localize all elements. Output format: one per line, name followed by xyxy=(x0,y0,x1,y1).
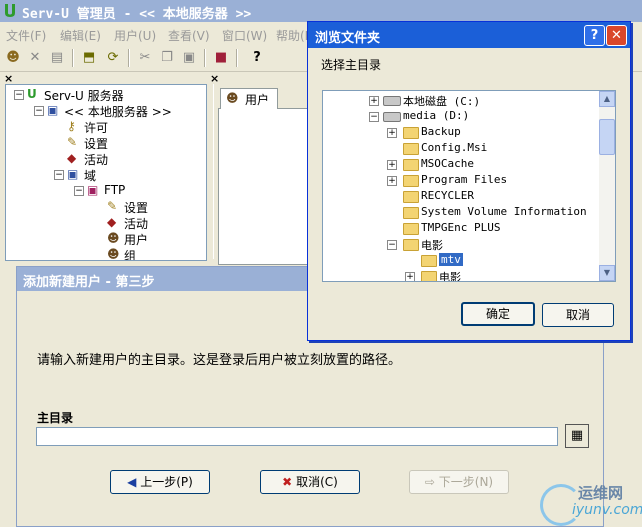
settings-icon: ✎ xyxy=(67,135,78,149)
folder-item-system-volume[interactable]: System Volume Information xyxy=(323,205,599,221)
cancel-x-icon: ✖ xyxy=(282,475,293,489)
folder-item-msocache[interactable]: + MSOCache xyxy=(323,157,599,173)
tab-users[interactable]: ☻ 用户 xyxy=(220,88,278,109)
ok-button[interactable]: 确定 xyxy=(461,302,535,326)
arrow-right-icon: ⇨ xyxy=(424,475,435,489)
scroll-down-icon[interactable]: ▼ xyxy=(599,265,615,281)
main-title-bar: Serv-U 管理员 - << 本地服务器 >> xyxy=(0,0,642,22)
home-dir-input[interactable] xyxy=(36,427,558,446)
folder-item-backup[interactable]: + Backup xyxy=(323,125,599,141)
collapse-icon[interactable]: − xyxy=(54,170,64,180)
book-icon[interactable]: ■ xyxy=(212,49,230,67)
wizard-cancel-button[interactable]: ✖ 取消(C) xyxy=(260,470,360,494)
folder-item-program-files[interactable]: + Program Files xyxy=(323,173,599,189)
activity-icon: ◆ xyxy=(67,151,77,165)
scroll-up-icon[interactable]: ▲ xyxy=(599,91,615,107)
browse-folder-button[interactable]: ▦ xyxy=(565,424,589,448)
folder-item-mtv-selected[interactable]: mtv xyxy=(323,253,599,269)
collapse-icon[interactable]: − xyxy=(387,240,397,250)
paste-icon[interactable]: ▣ xyxy=(180,49,198,67)
folder-icon xyxy=(403,175,419,187)
close-button[interactable]: ✕ xyxy=(606,25,627,46)
home-dir-label: 主目录 xyxy=(37,411,74,425)
menu-file[interactable]: 文件(F) xyxy=(6,27,46,44)
browse-folder-dialog: 浏览文件夹 ? ✕ 选择主目录 + 本地磁盘 (C:) − media (D:)… xyxy=(307,21,631,341)
toolbar-separator xyxy=(128,49,130,67)
folder-icon xyxy=(421,271,437,281)
folder-icon xyxy=(403,191,419,203)
expand-icon[interactable]: + xyxy=(405,272,415,281)
expand-icon[interactable]: + xyxy=(387,128,397,138)
folder-icon xyxy=(403,159,419,171)
folder-up-icon[interactable]: ⬒ xyxy=(80,49,98,67)
toolbar-separator xyxy=(72,49,74,67)
computer-icon: ▣ xyxy=(47,103,59,117)
prev-step-button[interactable]: ◀ 上一步(P) xyxy=(110,470,210,494)
settings-icon: ✎ xyxy=(107,199,118,213)
expand-icon[interactable]: + xyxy=(387,160,397,170)
serv-u-icon: U xyxy=(27,87,37,101)
drive-icon xyxy=(383,96,401,106)
folder-item-movies[interactable]: − 电影 xyxy=(323,237,599,253)
user-icon: ☻ xyxy=(107,231,120,245)
copy-icon[interactable]: ❐ xyxy=(158,49,176,67)
folder-icon xyxy=(403,127,419,139)
drive-icon xyxy=(383,112,401,122)
next-step-button[interactable]: ⇨ 下一步(N) xyxy=(409,470,509,494)
folder-item-recycler[interactable]: RECYCLER xyxy=(323,189,599,205)
watermark-logo: 运维网 iyunv.com xyxy=(538,478,642,526)
user-icon: ☻ xyxy=(226,91,239,105)
menu-user[interactable]: 用户(U) xyxy=(114,27,156,44)
folder-item-drive-d[interactable]: − media (D:) xyxy=(323,109,599,125)
wizard-message: 请输入新建用户的主目录。这是登录后用户被立刻放置的路径。 xyxy=(37,353,402,368)
folder-tree: + 本地磁盘 (C:) − media (D:) + Backup Config… xyxy=(322,90,616,282)
connect-icon[interactable]: ☻ xyxy=(4,49,22,67)
arrow-left-icon: ◀ xyxy=(127,475,137,489)
scroll-thumb[interactable] xyxy=(599,119,615,155)
refresh-icon[interactable]: ⟳ xyxy=(104,49,122,67)
help-button[interactable]: ? xyxy=(584,25,605,46)
folder-item-movies-sub[interactable]: + 电影 xyxy=(323,269,599,281)
collapse-icon[interactable]: − xyxy=(369,112,379,122)
activity-icon: ◆ xyxy=(107,215,117,229)
menu-window[interactable]: 窗口(W) xyxy=(222,27,267,44)
server-tree: − U Serv-U 服务器 − ▣ << 本地服务器 >> ⚷ 许可 ✎ 设置… xyxy=(5,84,207,261)
expand-icon[interactable]: + xyxy=(369,96,379,106)
menu-view[interactable]: 查看(V) xyxy=(168,27,210,44)
folder-icon xyxy=(403,143,419,155)
collapse-icon[interactable]: − xyxy=(74,186,84,196)
browse-title: 浏览文件夹 xyxy=(315,31,381,46)
browse-title-bar: 浏览文件夹 ? ✕ xyxy=(308,22,630,48)
ftp-domain-icon: ▣ xyxy=(87,183,99,197)
folder-item-tmpgenc[interactable]: TMPGEnc PLUS xyxy=(323,221,599,237)
folder-icon xyxy=(403,223,419,235)
folder-item-config-msi[interactable]: Config.Msi xyxy=(323,141,599,157)
folder-open-icon xyxy=(421,255,437,267)
toolbar-separator xyxy=(236,49,238,67)
user-list-area xyxy=(218,108,310,265)
folder-icon xyxy=(403,239,419,251)
wizard-title: 添加新建用户 - 第三步 xyxy=(23,275,155,290)
browse-cancel-button[interactable]: 取消 xyxy=(542,303,614,327)
expand-icon[interactable]: + xyxy=(387,176,397,186)
delete-icon[interactable]: ✕ xyxy=(26,49,44,67)
browse-prompt: 选择主目录 xyxy=(321,58,382,72)
serv-u-logo-icon xyxy=(5,4,15,17)
domain-icon: ▣ xyxy=(67,167,79,181)
properties-icon[interactable]: ▤ xyxy=(48,49,66,67)
folder-tree-scrollbar[interactable]: ▲ ▼ xyxy=(599,91,615,281)
group-icon: ☻ xyxy=(107,247,120,261)
browse-icon: ▦ xyxy=(570,428,584,443)
help-icon[interactable]: ? xyxy=(248,49,266,67)
collapse-icon[interactable]: − xyxy=(14,90,24,100)
menu-edit[interactable]: 编辑(E) xyxy=(60,27,101,44)
folder-item-drive-c[interactable]: + 本地磁盘 (C:) xyxy=(323,93,599,109)
cut-icon[interactable]: ✂ xyxy=(136,49,154,67)
toolbar-separator xyxy=(204,49,206,67)
key-icon: ⚷ xyxy=(67,119,76,133)
folder-icon xyxy=(403,207,419,219)
window-title: Serv-U 管理员 - << 本地服务器 >> xyxy=(22,7,252,22)
collapse-icon[interactable]: − xyxy=(34,106,44,116)
